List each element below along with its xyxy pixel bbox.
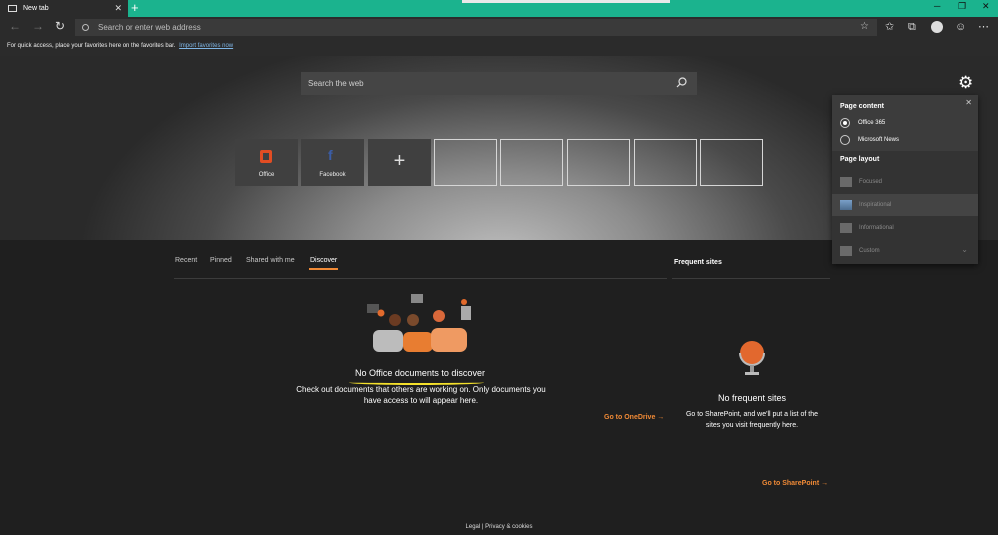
onedrive-link-label: Go to OneDrive <box>604 414 656 421</box>
radio-label: Microsoft News <box>858 137 900 143</box>
sharepoint-link-label: Go to SharePoint <box>762 480 820 487</box>
layout-thumbnail <box>840 177 852 187</box>
web-search-input[interactable]: Search the web <box>301 72 697 95</box>
no-frequent-sites-description: Go to SharePoint, and we'll put a list o… <box>685 411 819 429</box>
layout-thumbnail <box>840 246 852 256</box>
collections-icon[interactable]: ⧉ <box>908 20 916 34</box>
tile-label: Facebook <box>319 172 346 178</box>
add-quick-link-button[interactable]: + <box>368 139 431 186</box>
empty-tile[interactable] <box>634 139 697 186</box>
page-settings-gear-icon[interactable]: ⚙ <box>958 74 973 92</box>
profile-avatar[interactable] <box>931 21 943 33</box>
arrow-right-icon: → <box>657 414 665 421</box>
frequent-divider <box>672 278 830 279</box>
layout-thumbnail <box>840 223 852 233</box>
tab-pinned[interactable]: Pinned <box>210 257 232 264</box>
layout-option-focused[interactable]: Focused <box>832 171 978 193</box>
layout-label: Informational <box>859 225 894 231</box>
active-tab-indicator <box>309 268 338 270</box>
tab-new-tab[interactable]: New tab ✕ <box>0 0 128 17</box>
address-toolbar: ← → ↻ Search or enter web address ☆ ✩ ⧉ … <box>0 17 998 38</box>
radio-label: Office 365 <box>858 120 886 126</box>
page-settings-panel: ✕ Page content Office 365 Microsoft News… <box>832 95 978 264</box>
panel-close-icon[interactable]: ✕ <box>965 98 972 107</box>
footer: Legal | Privacy & cookies <box>0 524 998 530</box>
privacy-link[interactable]: Privacy & cookies <box>485 524 532 530</box>
layout-label: Custom <box>859 248 880 254</box>
tab-label: New tab <box>23 5 49 12</box>
favorites-bar-hint: For quick access, place your favorites h… <box>7 43 176 49</box>
no-documents-title: No Office documents to discover <box>355 368 485 378</box>
tab-close-icon[interactable]: ✕ <box>114 3 122 14</box>
close-window-icon[interactable]: ✕ <box>982 1 990 12</box>
empty-tile[interactable] <box>500 139 563 186</box>
tile-label: Office <box>258 172 275 178</box>
title-drag-region <box>462 0 670 3</box>
layout-option-custom[interactable]: Custom ⌄ <box>832 240 978 262</box>
layout-label: Focused <box>859 179 883 185</box>
frequent-sites-heading: Frequent sites <box>674 259 722 266</box>
restore-icon[interactable]: ❐ <box>958 1 966 12</box>
address-placeholder: Search or enter web address <box>98 23 201 32</box>
go-to-onedrive-link[interactable]: Go to OneDrive → <box>604 414 664 421</box>
layout-option-informational[interactable]: Informational <box>832 217 978 239</box>
page-layout-heading: Page layout <box>840 156 880 163</box>
search-icon[interactable] <box>676 77 687 91</box>
plus-icon: + <box>393 150 406 172</box>
people-illustration <box>367 294 471 352</box>
radio-microsoft-news[interactable]: Microsoft News <box>840 135 899 145</box>
office-logo-icon <box>260 150 272 163</box>
feedback-smiley-icon[interactable]: ☺ <box>955 20 966 34</box>
quick-link-office[interactable]: Office <box>235 139 298 186</box>
title-bar: New tab ✕ + ─ ❐ ✕ <box>0 0 998 17</box>
refresh-icon[interactable]: ↻ <box>55 19 65 33</box>
forward-icon[interactable]: → <box>32 19 44 33</box>
layout-option-inspirational[interactable]: Inspirational <box>832 194 978 216</box>
empty-tile[interactable] <box>567 139 630 186</box>
no-frequent-sites-title: No frequent sites <box>717 393 787 403</box>
empty-tile[interactable] <box>434 139 497 186</box>
go-to-sharepoint-link[interactable]: Go to SharePoint → <box>762 480 828 487</box>
radio-selected-icon <box>840 118 850 128</box>
minimize-icon[interactable]: ─ <box>934 1 940 11</box>
web-search-placeholder: Search the web <box>308 79 364 88</box>
new-tab-button[interactable]: + <box>131 1 139 15</box>
no-documents-description: Check out documents that others are work… <box>296 385 546 405</box>
tab-recent[interactable]: Recent <box>175 257 197 264</box>
globe-icon <box>739 341 765 375</box>
tab-discover[interactable]: Discover <box>310 257 337 264</box>
search-icon <box>82 24 89 31</box>
facebook-logo-icon: f <box>328 147 333 163</box>
address-input[interactable]: Search or enter web address ☆ <box>75 19 877 36</box>
arrow-right-icon: → <box>821 480 829 487</box>
favorite-star-icon[interactable]: ☆ <box>860 21 869 32</box>
layout-label: Inspirational <box>859 202 892 208</box>
legal-link[interactable]: Legal <box>466 524 481 530</box>
radio-office-365[interactable]: Office 365 <box>840 118 885 128</box>
empty-tile[interactable] <box>700 139 763 186</box>
favorites-icon[interactable]: ✩ <box>885 20 894 34</box>
favorites-bar: For quick access, place your favorites h… <box>0 38 998 56</box>
back-icon[interactable]: ← <box>9 19 21 33</box>
new-tab-page-icon <box>8 5 17 12</box>
radio-unselected-icon <box>840 135 850 145</box>
tab-shared-with-me[interactable]: Shared with me <box>246 257 295 264</box>
page-content-heading: Page content <box>840 103 884 110</box>
chevron-down-icon[interactable]: ⌄ <box>961 245 968 254</box>
more-menu-icon[interactable]: ⋯ <box>978 20 989 34</box>
page-layout-section: Page layout Focused Inspirational Inform… <box>832 151 978 264</box>
import-favorites-link[interactable]: Import favorites now <box>179 43 233 49</box>
layout-thumbnail <box>840 200 852 210</box>
tabs-divider <box>174 278 667 279</box>
quick-link-facebook[interactable]: f Facebook <box>301 139 364 186</box>
